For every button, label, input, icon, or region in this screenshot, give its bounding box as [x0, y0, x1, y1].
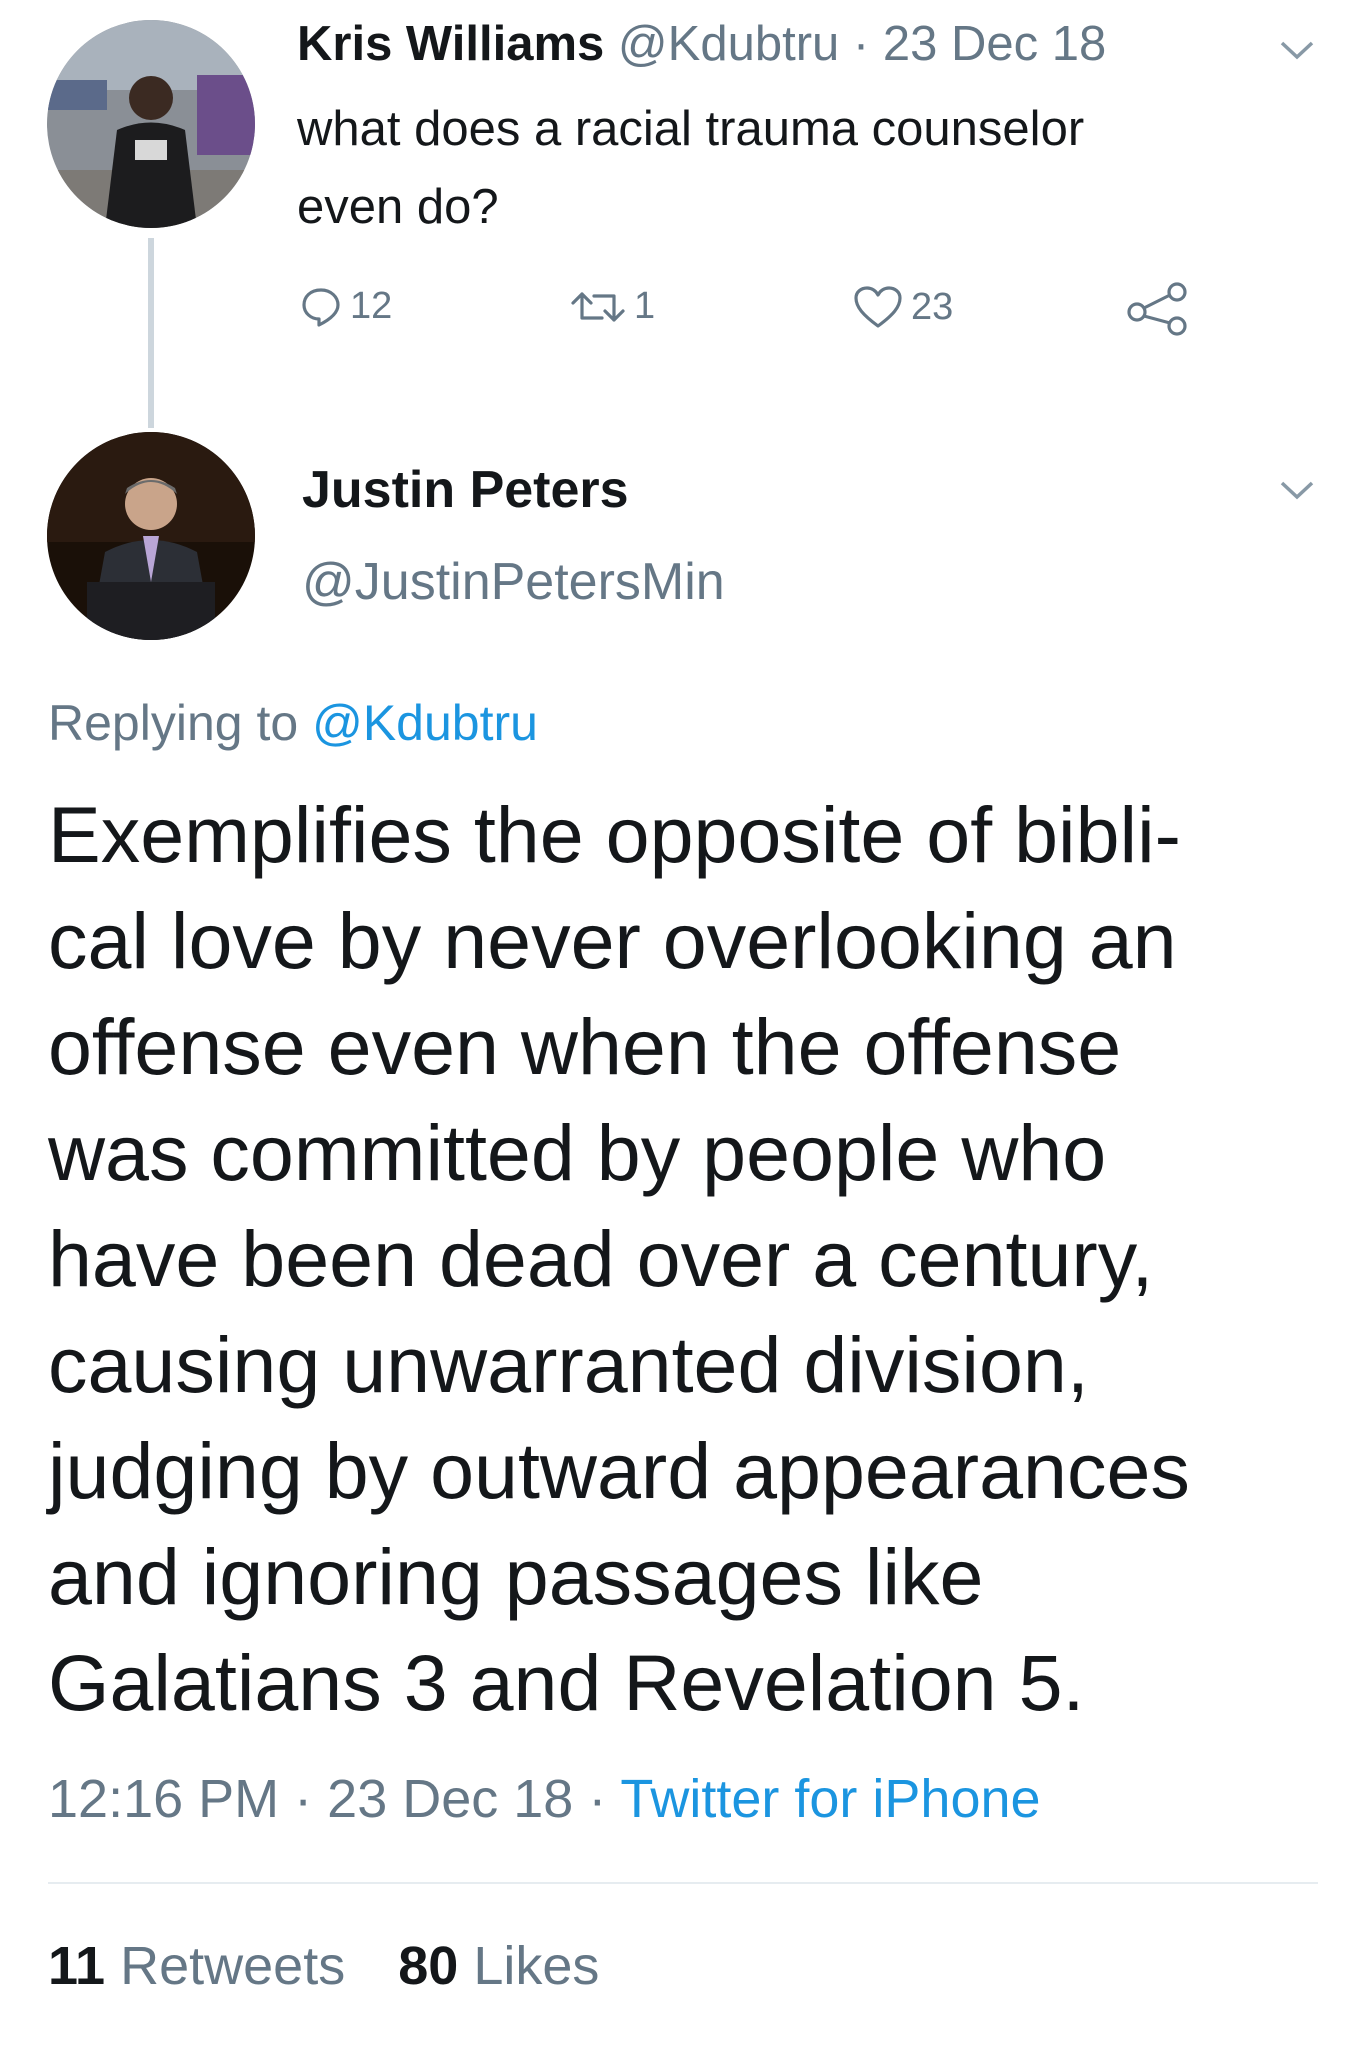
- main-tweet-text: Exemplifies the opposite of bibli- cal l…: [48, 782, 1328, 1736]
- reply-icon: [302, 287, 340, 327]
- parent-tweet-date[interactable]: 23 Dec 18: [883, 17, 1106, 71]
- tweet-text-line: causing unwarranted division,: [48, 1320, 1089, 1409]
- tweet-date: 23 Dec 18: [327, 1769, 574, 1829]
- main-author-name[interactable]: Justin Peters: [302, 455, 725, 525]
- retweets-stat[interactable]: 11 Retweets: [48, 1936, 360, 1996]
- retweet-icon: [571, 291, 625, 322]
- tweet-text-line: and ignoring passages like: [48, 1532, 984, 1621]
- retweet-button[interactable]: 1: [570, 285, 655, 328]
- divider: [48, 1882, 1318, 1884]
- parent-avatar-photo: [47, 20, 255, 228]
- tweet-text-line: have been dead over a century,: [48, 1214, 1154, 1303]
- likes-label: Likes: [473, 1936, 600, 1996]
- separator-dot: ·: [852, 17, 870, 71]
- tweet-time: 12:16 PM: [48, 1769, 280, 1829]
- separator-dot: ·: [588, 1769, 607, 1829]
- tweet-stats: 11 Retweets 80 Likes: [48, 1935, 599, 1997]
- main-avatar-photo: [47, 432, 255, 640]
- tweet-text-line: was committed by people who: [48, 1108, 1107, 1197]
- like-count: 23: [911, 285, 954, 328]
- parent-chevron-down-icon[interactable]: [1280, 40, 1314, 60]
- like-button[interactable]: 23: [853, 285, 953, 329]
- main-avatar[interactable]: [47, 432, 255, 640]
- thread-connector: [148, 238, 154, 428]
- main-author-handle[interactable]: @JustinPetersMin: [302, 547, 725, 617]
- likes-stat[interactable]: 80 Likes: [398, 1936, 599, 1996]
- replying-to-handle[interactable]: @Kdubtru: [312, 695, 538, 751]
- tweet-text-line: Galatians 3 and Revelation 5.: [48, 1638, 1085, 1727]
- parent-author-handle[interactable]: @Kdubtru: [618, 17, 839, 71]
- share-button[interactable]: [1125, 280, 1199, 336]
- retweets-label: Retweets: [120, 1936, 346, 1996]
- parent-author-name[interactable]: Kris Williams: [297, 17, 604, 71]
- tweet-meta: 12:16 PM · 23 Dec 18 · Twitter for iPhon…: [48, 1768, 1041, 1830]
- tweet-source-link[interactable]: Twitter for iPhone: [620, 1769, 1040, 1829]
- tweet-text-line: judging by outward appearances: [48, 1426, 1190, 1515]
- tweet-text-line: Exemplifies the opposite of bibli-: [48, 790, 1181, 879]
- parent-text-line: what does a racial trauma counselor: [297, 102, 1085, 156]
- replying-prefix: Replying to: [48, 695, 299, 751]
- tweet-text-line: cal love by never overlooking an: [48, 896, 1177, 985]
- like-total: 80: [398, 1936, 459, 1996]
- replying-to: Replying to @Kdubtru: [48, 690, 538, 756]
- parent-text-line: even do?: [297, 180, 499, 234]
- reply-count: 12: [350, 285, 393, 327]
- parent-tweet-header: Kris Williams @Kdubtru · 23 Dec 18: [297, 14, 1106, 74]
- main-chevron-down-icon[interactable]: [1280, 480, 1314, 500]
- retweet-total: 11: [48, 1936, 106, 1996]
- tweet-text-line: offense even when the offense: [48, 1002, 1122, 1091]
- reply-button[interactable]: 12: [300, 285, 392, 328]
- separator-dot: ·: [294, 1769, 313, 1829]
- parent-tweet-text: what does a racial trauma counselor even…: [297, 90, 1084, 246]
- parent-avatar[interactable]: [47, 20, 255, 228]
- main-author-block: Justin Peters @JustinPetersMin: [302, 455, 725, 617]
- retweet-count: 1: [634, 285, 656, 327]
- like-icon: [854, 286, 902, 328]
- share-icon: [1127, 282, 1187, 336]
